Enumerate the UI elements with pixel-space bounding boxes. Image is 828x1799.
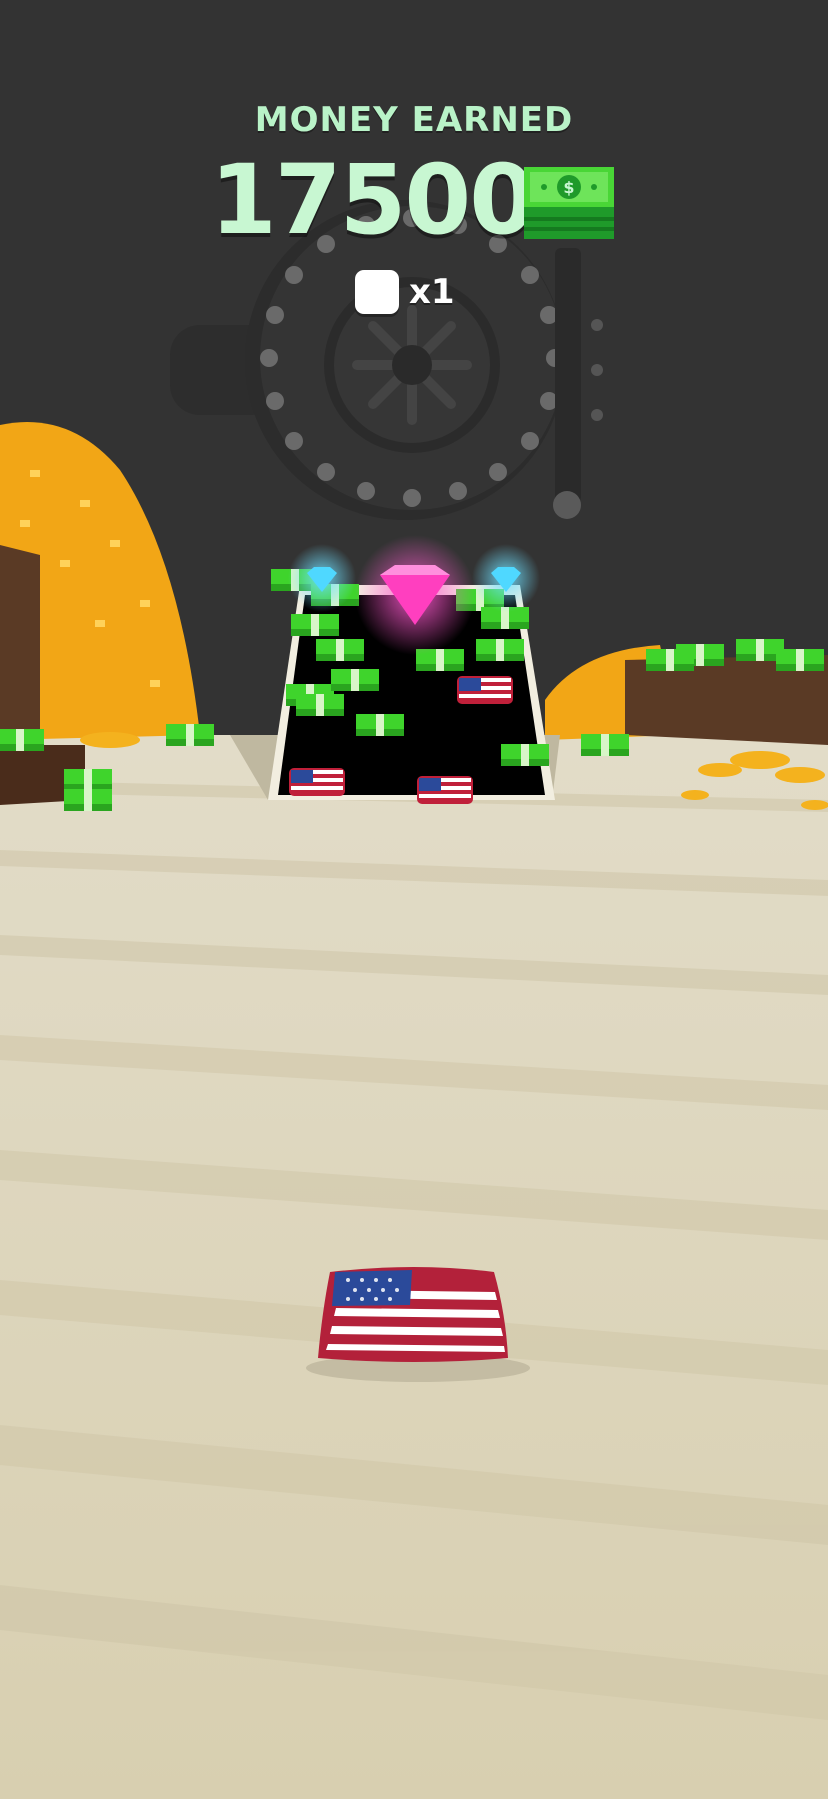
money-earned-label: MONEY EARNED [254,100,574,140]
dollar-bill-icon: $ [524,167,614,239]
bean-bag-projectile [306,1267,530,1382]
floor [0,735,828,1799]
money-earned-value: 17500 [210,144,536,256]
multiplier-value: x1 [409,272,455,312]
bean-bag-icon [355,270,399,314]
svg-text:$: $ [563,178,574,197]
multiplier-display: x1 [355,270,455,314]
